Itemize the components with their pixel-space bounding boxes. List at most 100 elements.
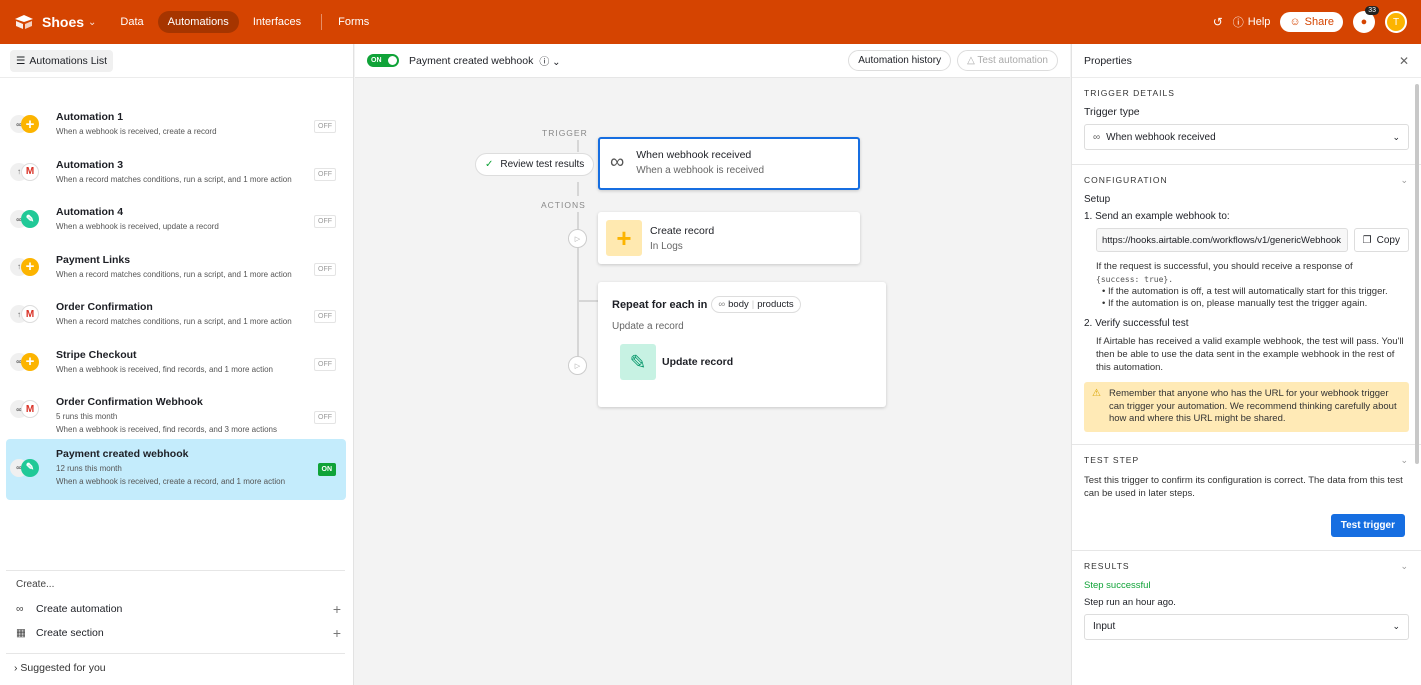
automation-name: Order Confirmation — [56, 301, 153, 313]
input-dropdown[interactable]: Input ⌄ — [1084, 613, 1409, 640]
status-badge: OFF — [314, 215, 336, 228]
status-badge: OFF — [314, 310, 336, 323]
chevron-down-icon: ⌄ — [1392, 621, 1400, 631]
automation-desc: When a webhook is received, create a rec… — [56, 476, 286, 486]
base-name[interactable]: Shoes — [42, 14, 84, 30]
properties-panel: Properties ✕ TRIGGER DETAILS Trigger typ… — [1071, 44, 1421, 685]
automations-list-button[interactable]: ☰ Automations List — [10, 49, 114, 72]
repeat-card[interactable]: Repeat for each in ∞ body | products Update… — [598, 282, 886, 407]
avatar[interactable]: T — [1385, 11, 1407, 33]
review-test-results-button[interactable]: ✓ Review test results — [475, 153, 595, 176]
webhook-url-field[interactable]: https://hooks.airtable.com/workflows/v1/… — [1096, 228, 1348, 252]
nav-automations[interactable]: Automations — [157, 11, 239, 33]
automation-toggle[interactable]: ON — [367, 54, 399, 67]
chevron-down-icon: ⌄ — [1400, 560, 1409, 571]
automations-sidebar: ☰ Automations List ∞ + Automation 1 When a … — [0, 44, 354, 685]
list-item[interactable]: ∞ + Stripe Checkout When a webhook is rece… — [6, 340, 346, 388]
token-chip[interactable]: ∞ body | products — [711, 296, 801, 313]
notifications-button[interactable]: ● 33 — [1353, 6, 1379, 33]
nav-data[interactable]: Data — [110, 11, 153, 33]
list-item[interactable]: ∞ M Order Confirmation Webhook 5 runs this… — [6, 387, 346, 435]
toggle-label: ON — [371, 57, 382, 64]
list-item[interactable]: ∞ + Automation 1 When a webhook is receive… — [6, 102, 346, 150]
help-button[interactable]: ⓘ Help — [1233, 14, 1271, 30]
automation-icons: ∞ ✎ — [10, 210, 50, 230]
success-text: If the request is successful, you should… — [1096, 261, 1353, 272]
play-icon[interactable]: ▷ — [568, 356, 587, 375]
test-step-text: Test this trigger to confirm its configu… — [1084, 474, 1403, 499]
chevron-down-icon: ⌄ — [1392, 131, 1400, 142]
connector-line — [577, 300, 599, 302]
create-section-button[interactable]: ▦ Create section + — [6, 621, 345, 645]
webhook-warning: ⚠ Remember that anyone who has the URL fo… — [1084, 382, 1409, 432]
list-item[interactable]: ↑ M Automation 3 When a record matches con… — [6, 150, 346, 198]
automation-icons: ∞ M — [10, 400, 50, 420]
trigger-type-select[interactable]: ∞ When webhook received ⌄ — [1084, 124, 1409, 150]
test-step-header[interactable]: TEST STEP ⌄ — [1084, 455, 1409, 466]
info-icon[interactable]: ⓘ ⌄ — [539, 53, 560, 68]
automation-desc: When a webhook is received, update a rec… — [56, 222, 219, 231]
configuration-header[interactable]: CONFIGURATION ⌄ — [1084, 175, 1409, 186]
copy-button[interactable]: ❐ Copy — [1353, 228, 1409, 252]
bell-icon: ● — [1360, 16, 1368, 28]
bullet-off: • If the automation is off, a test will … — [1102, 286, 1388, 297]
clipboard-icon: ❐ — [1362, 234, 1372, 246]
automation-icons: ↑ + — [10, 257, 50, 278]
connector-line — [577, 140, 579, 152]
status-badge: OFF — [314, 262, 336, 276]
automation-runs: 12 runs this month — [56, 463, 122, 473]
history-icon[interactable]: ↺ — [1213, 15, 1223, 29]
create-record-card[interactable]: + Create record In Logs — [598, 212, 860, 264]
nav-interfaces[interactable]: Interfaces — [243, 11, 311, 33]
menu-icon: ☰ — [16, 54, 26, 67]
automation-icons: ↑ M — [10, 305, 50, 325]
status-badge: OFF — [314, 411, 336, 424]
create-label: Create... — [16, 579, 55, 590]
automation-name: Automation 3 — [56, 158, 124, 171]
repeat-title: Repeat for each in — [612, 298, 708, 311]
play-icon[interactable]: ▷ — [568, 229, 587, 248]
suggested-label: Suggested for you — [20, 662, 106, 674]
trigger-sub: When a webhook is received — [636, 165, 765, 176]
automation-desc: When a webhook is received, find records… — [56, 425, 278, 434]
scrollbar[interactable] — [1415, 84, 1419, 464]
trigger-card[interactable]: ∞ When webhook received When a webhook is… — [598, 137, 860, 190]
review-label: Review test results — [500, 159, 585, 170]
create-automation-button[interactable]: ∞ Create automation + — [6, 597, 345, 621]
copy-label: Copy — [1376, 234, 1400, 246]
trigger-details-section: TRIGGER DETAILS Trigger type ∞ When webho… — [1072, 78, 1421, 165]
automation-desc: When a webhook is received, find records… — [56, 364, 274, 374]
nav-forms[interactable]: Forms — [328, 11, 379, 33]
success-code: {success: true}. — [1096, 275, 1174, 284]
chevron-down-icon: ⌄ — [1400, 175, 1409, 185]
list-item-selected[interactable]: ∞ ✎ Payment created webhook 12 runs this m… — [6, 438, 346, 500]
verify-text: If Airtable has received a valid example… — [1096, 336, 1404, 373]
automation-history-button[interactable]: Automation history — [848, 50, 952, 71]
automation-title[interactable]: Payment created webhook — [409, 55, 533, 67]
close-icon[interactable]: ✕ — [1399, 54, 1409, 68]
automation-name: Payment Links — [56, 253, 131, 266]
results-header[interactable]: RESULTS ⌄ — [1084, 561, 1409, 572]
sidebar-header: ☰ Automations List — [0, 44, 353, 78]
list-item[interactable]: ∞ ✎ Automation 4 When a webhook is receive… — [6, 197, 346, 245]
pencil-icon: ✎ — [21, 458, 39, 477]
share-label: Share — [1304, 16, 1334, 28]
test-automation-button[interactable]: △ Test automation — [957, 50, 1058, 71]
webhook-icon: ∞ — [718, 299, 726, 310]
test-trigger-button[interactable]: Test trigger — [1330, 513, 1405, 537]
properties-header: Properties ✕ — [1072, 44, 1421, 78]
airtable-logo-icon[interactable] — [14, 14, 34, 30]
automation-icons: ↑ M — [10, 162, 50, 183]
actions-label: ACTIONS — [541, 200, 586, 210]
list-item[interactable]: ↑ + Payment Links When a record matches co… — [6, 245, 346, 293]
share-button[interactable]: ☺ Share — [1280, 12, 1343, 32]
suggested-for-you[interactable]: › Suggested for you — [6, 653, 345, 674]
list-item[interactable]: ↑ M Order Confirmation When a record match… — [6, 292, 346, 340]
automation-desc: When a record matches conditions, run a … — [56, 317, 292, 326]
step2-label: 2. Verify successful test — [1084, 318, 1189, 329]
update-record-step[interactable]: ✎ Update record — [620, 344, 872, 380]
users-icon: ☺ — [1289, 16, 1301, 28]
automation-name: Stripe Checkout — [56, 348, 137, 361]
results-title: RESULTS — [1084, 560, 1130, 571]
chevron-down-icon[interactable]: ⌄ — [88, 17, 96, 28]
